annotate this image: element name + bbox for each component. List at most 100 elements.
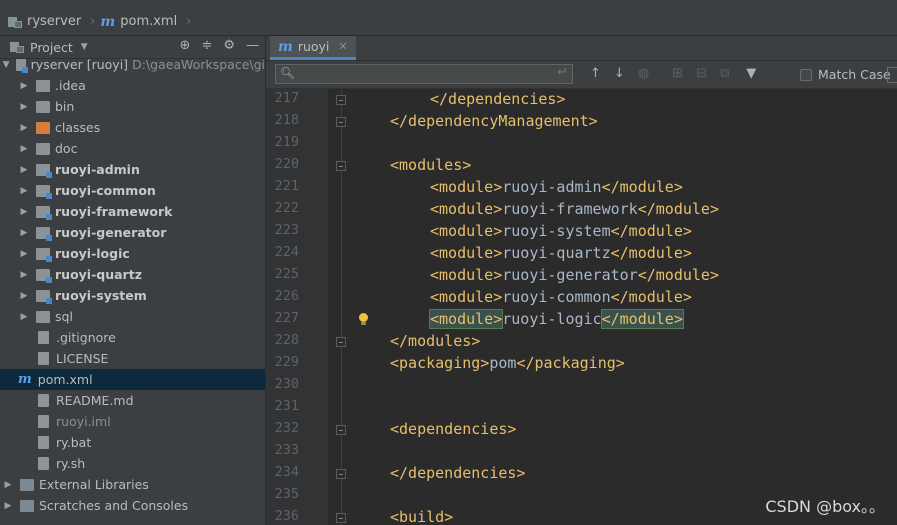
tree-item-label: doc [55,141,78,156]
expand-arrow-icon[interactable]: ▶ [18,291,30,301]
fold-marker-icon[interactable] [336,337,346,347]
tree-item[interactable]: ▶ ruoyi-system [0,285,265,306]
code-line[interactable]: <module>ruoyi-admin</module> [430,178,683,196]
library-icon [20,478,34,491]
breadcrumb: ryserver › m pom.xml › [0,14,191,29]
tree-item[interactable]: m pom.xml [0,369,265,390]
tab-ruoyi[interactable]: m ruoyi ✕ [270,36,356,60]
code-line[interactable]: <modules> [390,156,471,174]
close-icon[interactable]: ✕ [338,40,347,53]
fold-marker-icon[interactable] [336,117,346,127]
tree-item[interactable]: LICENSE [0,348,265,369]
expand-arrow-icon[interactable]: ▶ [18,249,30,259]
tree-item-label: classes [55,120,101,135]
fold-marker-icon[interactable] [336,161,346,171]
previous-occurrence-icon[interactable]: ↑ [590,66,601,81]
lightbulb-icon[interactable] [358,313,368,326]
tab-label: ruoyi [297,39,330,54]
match-case-checkbox[interactable] [800,68,812,81]
tree-item[interactable]: ▶ ruoyi-common [0,180,265,201]
tree-item-label: External Libraries [39,477,149,492]
code-line[interactable]: <module>ruoyi-framework</module> [430,200,719,218]
expand-arrow-icon[interactable]: ▶ [18,207,30,217]
tree-item[interactable]: ry.sh [0,453,265,474]
expand-arrow-icon[interactable]: ▶ [2,480,14,490]
tree-item-label: ruoyi-common [55,183,156,198]
fold-marker-icon[interactable] [336,95,346,105]
expand-arrow-icon[interactable]: ▶ [18,102,30,112]
file-icon [38,331,49,344]
expand-arrow-icon[interactable]: ▶ [18,123,30,133]
code-line[interactable]: <module>ruoyi-quartz</module> [430,244,692,262]
project-tree: ▼ ryserver [ruoyi] D:\gaeaWorkspace\gi ▶ .id… [0,59,265,525]
search-icon[interactable]: 🔍︎ [280,66,295,80]
code-line[interactable]: </dependencyManagement> [390,112,598,130]
remove-selection-icon[interactable]: ⊟ [696,66,707,81]
tree-item[interactable]: README.md [0,390,265,411]
code-line[interactable]: <module>ruoyi-logic</module> [428,309,684,329]
tree-item[interactable]: ▶ ruoyi-generator [0,222,265,243]
select-all-occurrences-icon[interactable]: ⧉ [720,66,729,81]
next-occurrence-icon[interactable]: ↓ [614,66,625,81]
tree-item[interactable]: ry.bat [0,432,265,453]
add-selection-icon[interactable]: ⊞ [672,66,683,81]
line-number: 228 [274,332,299,348]
tree-item[interactable]: ▶ sql [0,306,265,327]
code-line[interactable]: </dependencies> [390,464,525,482]
code-editor[interactable]: 217 </dependencies> 218 </dependencyManagem… [266,89,897,525]
expand-arrow-icon[interactable]: ▼ [2,60,10,70]
breadcrumb-file[interactable]: pom.xml [120,14,177,29]
xml-tag: </packaging> [516,354,625,372]
expand-arrow-icon[interactable]: ▶ [18,228,30,238]
expand-arrow-icon[interactable]: ▶ [18,312,30,322]
tree-item[interactable]: .gitignore [0,327,265,348]
tree-item[interactable]: ▶ ruoyi-quartz [0,264,265,285]
match-case-label: Match Case [818,67,891,82]
fold-marker-icon[interactable] [336,469,346,479]
tree-item[interactable]: ▼ ryserver [ruoyi] D:\gaeaWorkspace\gi [0,59,265,75]
file-icon [38,394,49,407]
code-line[interactable]: <dependencies> [390,420,516,438]
tree-item[interactable]: ▶ ruoyi-logic [0,243,265,264]
expand-arrow-icon[interactable]: ▶ [18,165,30,175]
expand-arrow-icon[interactable]: ▶ [18,186,30,196]
tree-item[interactable]: ▶ .idea [0,75,265,96]
tree-item-label: ruoyi-system [55,288,147,303]
code-line[interactable]: <module>ruoyi-generator</module> [430,266,719,284]
tree-item[interactable]: ▶ External Libraries [0,474,265,495]
code-line[interactable]: <module>ruoyi-system</module> [430,222,692,240]
tree-item[interactable]: ▶ bin [0,96,265,117]
code-line[interactable]: <build> [390,508,453,525]
fold-marker-icon[interactable] [336,425,346,435]
collapse-all-icon[interactable]: ≑ [201,38,212,53]
gear-icon[interactable]: ⚙ [223,38,235,53]
xml-text: ruoyi-generator [502,266,638,284]
code-line[interactable]: </dependencies> [430,90,565,108]
code-line[interactable]: <packaging>pom</packaging> [390,354,625,372]
match-case-option[interactable]: Match Case [800,67,891,82]
folder-icon [36,79,50,92]
expand-arrow-icon[interactable]: ▶ [18,144,30,154]
expand-arrow-icon[interactable]: ▶ [18,81,30,91]
hide-icon[interactable]: — [246,38,259,53]
find-word-icon[interactable]: ◍ [638,66,649,81]
tree-item[interactable]: ▶ classes [0,117,265,138]
expand-arrow-icon[interactable]: ▶ [2,501,14,511]
code-line[interactable]: <module>ruoyi-common</module> [430,288,692,306]
find-input[interactable]: 🔍︎ ↵ [275,64,573,84]
xml-tag: </dependencies> [430,90,566,108]
project-view-selector[interactable]: Project ▼ [0,40,88,55]
breadcrumb-project[interactable]: ryserver [27,14,81,29]
tree-item[interactable]: ▶ Scratches and Consoles [0,495,265,516]
code-line[interactable]: </modules> [390,332,480,350]
tree-item-label: ry.bat [56,435,92,450]
locate-icon[interactable]: ⊕ [180,38,191,53]
expand-arrow-icon[interactable]: ▶ [18,270,30,280]
fold-marker-icon[interactable] [336,513,346,523]
regex-checkbox[interactable] [887,67,897,83]
tree-item[interactable]: ▶ ruoyi-admin [0,159,265,180]
filter-icon[interactable]: ▼ [746,66,756,81]
tree-item[interactable]: ▶ ruoyi-framework [0,201,265,222]
tree-item[interactable]: ▶ doc [0,138,265,159]
tree-item[interactable]: ruoyi.iml [0,411,265,432]
